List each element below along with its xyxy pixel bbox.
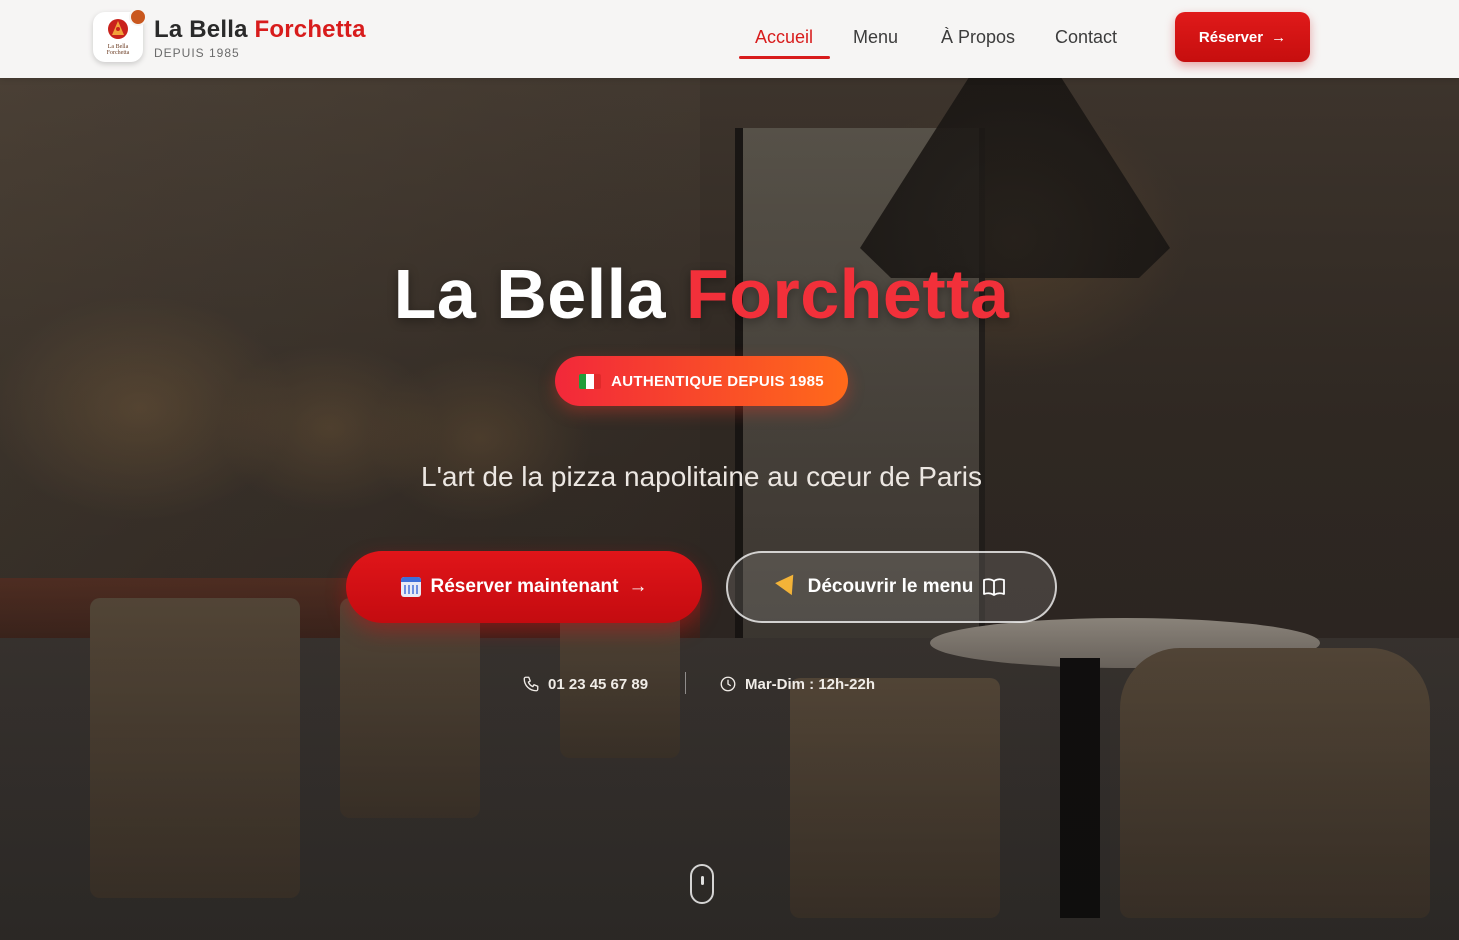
nav-item-accueil[interactable]: Accueil xyxy=(755,27,813,48)
brand-subtitle: DEPUIS 1985 xyxy=(154,46,240,60)
contact-divider xyxy=(685,672,686,694)
brand-name-part1: La Bella xyxy=(154,16,248,43)
phone-number: 01 23 45 67 89 xyxy=(548,675,649,693)
pizza-logo-icon xyxy=(108,19,128,39)
hero-title-part2: Forchetta xyxy=(685,255,1010,333)
reserve-button[interactable]: Réserver → xyxy=(1175,12,1310,62)
phone-icon xyxy=(523,676,539,692)
hours-info: Mar-Dim : 12h-22h xyxy=(719,674,875,694)
site-header: La Bella Forchetta La Bella Forchetta DE… xyxy=(0,0,1459,78)
italy-flag-icon xyxy=(579,373,602,389)
since-badge: AUTHENTIQUE DEPUIS 1985 xyxy=(555,356,848,406)
pizza-icon xyxy=(774,574,801,600)
clock-icon xyxy=(720,676,736,692)
calendar-icon xyxy=(400,577,421,597)
hero-section: La Bella Forchetta AUTHENTIQUE DEPUIS 19… xyxy=(0,78,1459,940)
nav-item-a-propos[interactable]: À Propos xyxy=(941,27,1015,48)
phone-info[interactable]: 01 23 45 67 89 xyxy=(522,674,648,694)
reserve-now-button[interactable]: Réserver maintenant → xyxy=(346,551,702,623)
scroll-mouse-icon[interactable] xyxy=(690,864,714,904)
discover-menu-button[interactable]: Découvrir le menu xyxy=(726,551,1057,623)
logo[interactable]: La Bella Forchetta xyxy=(93,8,147,62)
hero-title: La Bella Forchetta xyxy=(0,254,1403,334)
discover-menu-label: Découvrir le menu xyxy=(807,576,974,597)
nav-item-menu[interactable]: Menu xyxy=(853,27,898,48)
brand-name[interactable]: La Bella Forchetta xyxy=(154,16,366,44)
nav-active-underline xyxy=(739,56,830,59)
hero-overlay xyxy=(0,78,1459,940)
hero-tagline: L'art de la pizza napolitaine au cœur de… xyxy=(421,461,982,492)
arrow-right-icon: → xyxy=(1271,28,1287,46)
hero-title-part1: La Bella xyxy=(393,255,667,333)
opening-hours: Mar-Dim : 12h-22h xyxy=(745,675,876,693)
nav-item-contact[interactable]: Contact xyxy=(1055,27,1117,48)
reserve-button-label: Réserver xyxy=(1198,28,1264,46)
brand-name-part2: Forchetta xyxy=(254,16,366,43)
since-badge-label: AUTHENTIQUE DEPUIS 1985 xyxy=(611,372,824,390)
arrow-right-icon: → xyxy=(628,576,648,597)
logo-script-line2: Forchetta xyxy=(106,50,130,56)
reserve-now-label: Réserver maintenant xyxy=(430,576,619,597)
book-icon xyxy=(983,578,1006,596)
